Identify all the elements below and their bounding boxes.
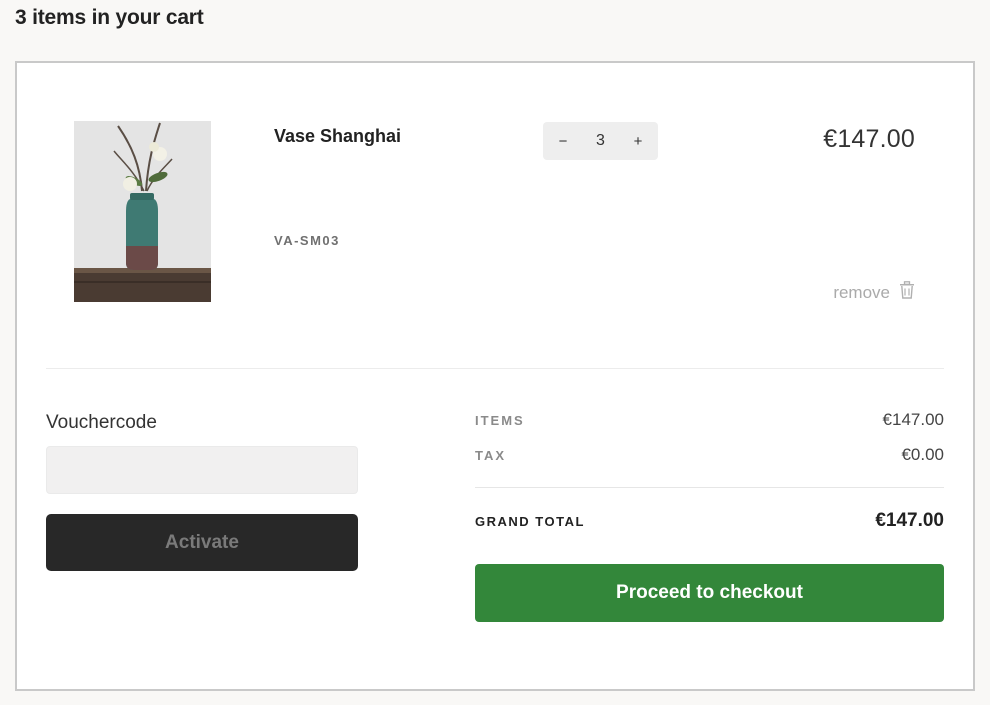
summary-tax-row: TAX €0.00 xyxy=(475,445,944,465)
grand-total-row: GRAND TOTAL €147.00 xyxy=(475,510,944,532)
activate-button[interactable]: Activate xyxy=(46,514,358,571)
voucher-label: Vouchercode xyxy=(46,412,157,433)
voucher-input[interactable] xyxy=(46,446,358,494)
items-label: ITEMS xyxy=(475,412,525,428)
trash-icon xyxy=(899,281,915,304)
product-price: €147.00 xyxy=(823,125,915,153)
checkout-button[interactable]: Proceed to checkout xyxy=(475,564,944,622)
remove-label: remove xyxy=(833,282,890,302)
cart-panel: Vase Shanghai VA-SM03 − 3 + €147.00 remo… xyxy=(15,61,975,691)
page-title: 3 items in your cart xyxy=(15,6,204,29)
product-name[interactable]: Vase Shanghai xyxy=(274,126,401,147)
items-value: €147.00 xyxy=(882,410,944,429)
quantity-stepper: − 3 + xyxy=(543,122,658,160)
vase-image xyxy=(74,121,211,302)
divider xyxy=(46,368,944,369)
tax-label: TAX xyxy=(475,447,507,463)
quantity-increment-button[interactable]: + xyxy=(628,133,648,150)
divider xyxy=(475,487,944,488)
summary-items-row: ITEMS €147.00 xyxy=(475,410,944,430)
product-image[interactable] xyxy=(74,121,211,302)
product-sku: VA-SM03 xyxy=(274,233,340,248)
remove-button[interactable]: remove xyxy=(833,281,915,304)
grand-total-label: GRAND TOTAL xyxy=(475,513,585,529)
quantity-value[interactable]: 3 xyxy=(596,132,605,150)
tax-value: €0.00 xyxy=(901,445,944,464)
grand-total-value: €147.00 xyxy=(875,510,944,531)
quantity-decrement-button[interactable]: − xyxy=(553,133,573,150)
